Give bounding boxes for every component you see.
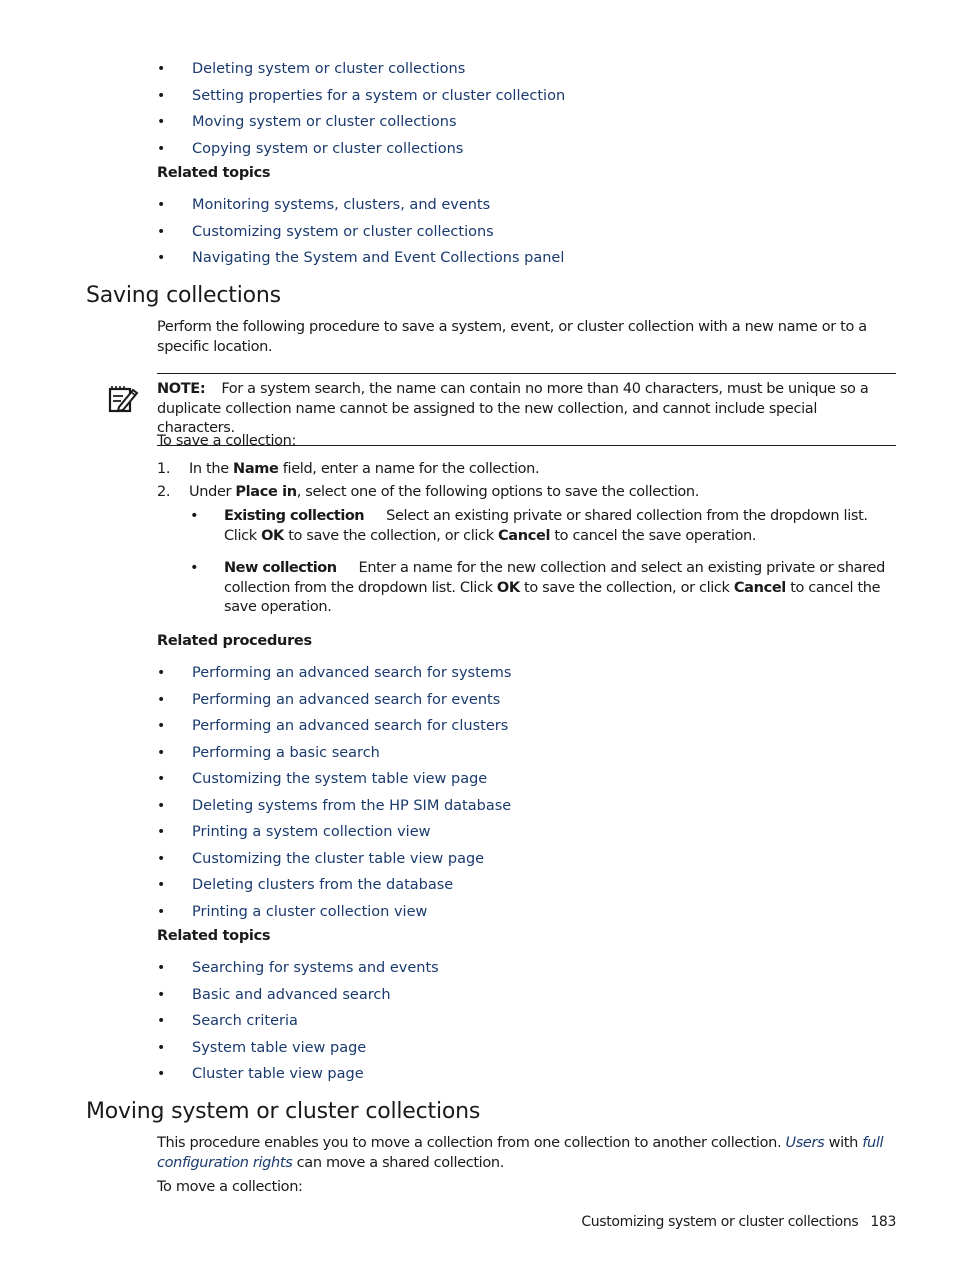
note-icon — [108, 386, 139, 413]
list-item: Performing an advanced search for events — [157, 687, 511, 714]
list-item: Setting properties for a system or clust… — [157, 83, 565, 110]
step-text: , select one of the following options to… — [296, 484, 700, 500]
list-item: Searching for systems and events — [157, 955, 439, 982]
link-topic[interactable]: Cluster table view page — [192, 1066, 364, 1082]
related-topics-list: Searching for systems and events Basic a… — [157, 955, 439, 1088]
list-item: Navigating the System and Event Collecti… — [157, 245, 564, 272]
list-item: Deleting clusters from the database — [157, 872, 511, 899]
step-text: In the — [189, 461, 234, 477]
link-procedure[interactable]: Performing an advanced search for system… — [192, 665, 511, 681]
list-item: Deleting systems from the HP SIM databas… — [157, 793, 511, 820]
link-procedure[interactable]: Performing an advanced search for cluste… — [192, 718, 508, 734]
link-deleting-collections[interactable]: Deleting system or cluster collections — [192, 61, 465, 77]
list-item: System table view page — [157, 1035, 439, 1062]
save-lead: To save a collection: — [157, 433, 297, 449]
page-footer: Customizing system or cluster collection… — [581, 1214, 896, 1230]
save-steps: 1. In the Name field, enter a name for th… — [157, 458, 897, 504]
list-item: Customizing the cluster table view page — [157, 846, 511, 873]
ok-label: OK — [496, 579, 520, 596]
link-procedure[interactable]: Performing an advanced search for events — [192, 692, 500, 708]
list-item: Printing a cluster collection view — [157, 899, 511, 926]
section-title-moving: Moving system or cluster collections — [86, 1099, 481, 1124]
list-item: Cluster table view page — [157, 1061, 439, 1088]
field-name: Place in — [235, 484, 297, 500]
list-item: Deleting system or cluster collections — [157, 56, 565, 83]
cancel-label: Cancel — [498, 527, 551, 544]
option-term: Existing collection — [224, 508, 365, 524]
moving-intro: This procedure enables you to move a col… — [157, 1134, 902, 1173]
related-procedures-heading: Related procedures — [157, 633, 312, 649]
option-text: to save the collection, or click — [519, 579, 734, 596]
option-new-collection: New collectionEnter a name for the new c… — [190, 559, 890, 618]
option-existing-collection: Existing collectionSelect an existing pr… — [190, 507, 890, 546]
list-item: Performing an advanced search for system… — [157, 660, 511, 687]
list-item: Copying system or cluster collections — [157, 136, 565, 163]
step-number: 2. — [157, 484, 171, 500]
note-text: For a system search, the name can contai… — [157, 381, 869, 436]
related-topics-heading: Related topics — [157, 928, 271, 944]
link-topic[interactable]: Search criteria — [192, 1013, 298, 1029]
document-page: Deleting system or cluster collections S… — [0, 0, 954, 1271]
moving-text: can move a shared collection. — [292, 1154, 505, 1171]
page-number: 183 — [870, 1214, 896, 1230]
link-moving-collections[interactable]: Moving system or cluster collections — [192, 114, 457, 130]
link-topic[interactable]: Searching for systems and events — [192, 960, 439, 976]
link-procedure[interactable]: Printing a system collection view — [192, 824, 430, 840]
link-users[interactable]: Users — [785, 1135, 824, 1151]
moving-text: This procedure enables you to move a col… — [157, 1135, 786, 1151]
link-topic[interactable]: Basic and advanced search — [192, 987, 391, 1003]
link-procedure[interactable]: Performing a basic search — [192, 745, 380, 761]
link-navigating-panel[interactable]: Navigating the System and Event Collecti… — [192, 250, 564, 266]
related-topics-heading: Related topics — [157, 165, 271, 181]
link-procedure[interactable]: Printing a cluster collection view — [192, 904, 427, 920]
link-procedure[interactable]: Deleting systems from the HP SIM databas… — [192, 798, 511, 814]
note-label: NOTE: — [157, 381, 206, 397]
list-item: Performing an advanced search for cluste… — [157, 713, 511, 740]
moving-text: with — [824, 1135, 863, 1151]
option-text: to save the collection, or click — [283, 527, 499, 544]
link-procedure[interactable]: Customizing the system table view page — [192, 771, 487, 787]
step-number: 1. — [157, 461, 171, 477]
move-lead: To move a collection: — [157, 1179, 303, 1195]
field-name: Name — [233, 461, 279, 477]
link-copying-collections[interactable]: Copying system or cluster collections — [192, 141, 463, 157]
link-setting-properties[interactable]: Setting properties for a system or clust… — [192, 88, 565, 104]
list-item: Printing a system collection view — [157, 819, 511, 846]
ok-label: OK — [261, 527, 284, 544]
step-text: Under — [189, 484, 236, 500]
list-item: Moving system or cluster collections — [157, 109, 565, 136]
section-title-saving: Saving collections — [86, 283, 281, 308]
link-procedure[interactable]: Deleting clusters from the database — [192, 877, 453, 893]
list-item: Customizing system or cluster collection… — [157, 219, 564, 246]
option-list: Existing collectionSelect an existing pr… — [190, 507, 890, 618]
option-term: New collection — [224, 560, 337, 576]
list-item: Search criteria — [157, 1008, 439, 1035]
list-item: Monitoring systems, clusters, and events — [157, 192, 564, 219]
top-related-list: Monitoring systems, clusters, and events… — [157, 192, 564, 272]
saving-intro: Perform the following procedure to save … — [157, 319, 867, 355]
top-link-list: Deleting system or cluster collections S… — [157, 56, 565, 162]
link-procedure[interactable]: Customizing the cluster table view page — [192, 851, 484, 867]
step-item: 1. In the Name field, enter a name for th… — [157, 458, 897, 481]
related-procedures-list: Performing an advanced search for system… — [157, 660, 511, 925]
step-text: field, enter a name for the collection. — [278, 461, 540, 477]
list-item: Performing a basic search — [157, 740, 511, 767]
cancel-label: Cancel — [733, 579, 786, 596]
list-item: Basic and advanced search — [157, 982, 439, 1009]
list-item: Customizing the system table view page — [157, 766, 511, 793]
link-customizing-collections[interactable]: Customizing system or cluster collection… — [192, 224, 494, 240]
step-item: 2. Under Place in, select one of the foll… — [157, 481, 897, 504]
option-text: to cancel the save operation. — [550, 527, 757, 544]
link-monitoring[interactable]: Monitoring systems, clusters, and events — [192, 197, 490, 213]
footer-section-title: Customizing system or cluster collection… — [581, 1214, 859, 1230]
link-topic[interactable]: System table view page — [192, 1040, 366, 1056]
